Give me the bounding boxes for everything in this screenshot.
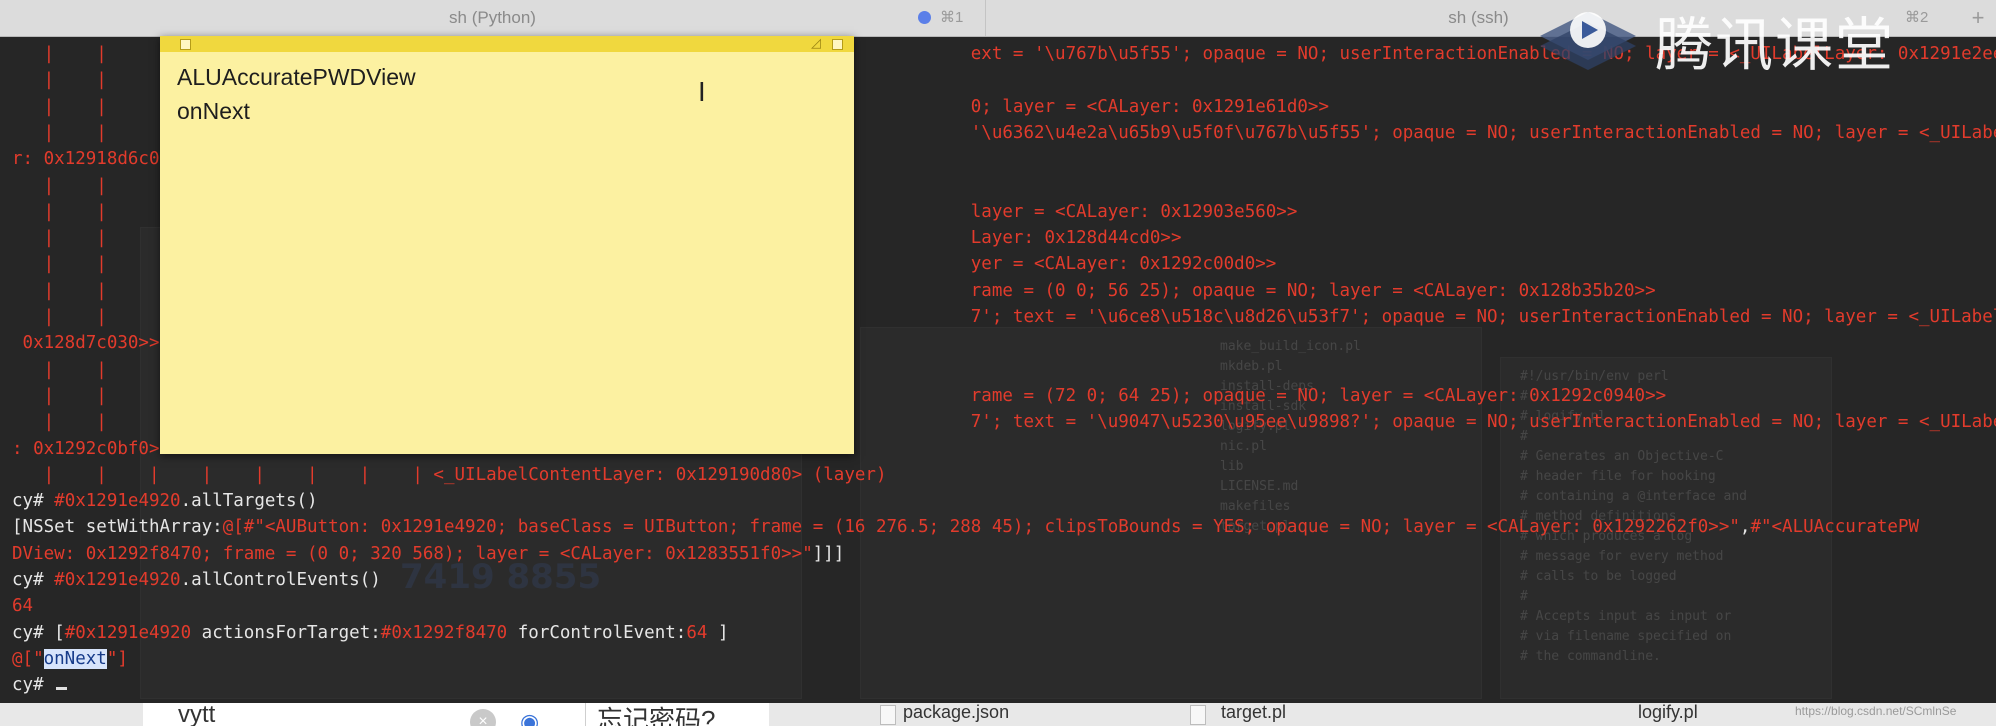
terminal-text: | | | | | | | | <_UILabelContentLayer: 0… (12, 464, 887, 485)
terminal-line: cy# #0x1291e4920.allControlEvents() (12, 567, 381, 593)
sticky-note[interactable]: ◿ ALUAccuratePWDView onNext I (160, 36, 854, 454)
background-file-name: LICENSE.md (1220, 479, 1299, 494)
terminal-text: .allTargets() (180, 491, 318, 512)
terminal-text: r: 0x12918d6c0>> (12, 149, 181, 170)
active-session-indicator-icon (918, 11, 931, 24)
terminal-line: | | (12, 357, 107, 383)
terminal-text: .allControlEvents() (180, 570, 381, 590)
terminal-text: | | (12, 175, 107, 196)
background-file-name: mkdeb.pl (1220, 359, 1283, 374)
terminal-line: r: 0x12918d6c0>> (12, 146, 181, 172)
terminal-text: DView: 0x1292f8470; frame = (0 0; 320 56… (12, 543, 813, 564)
terminal-text: cy# (12, 491, 55, 512)
selected-text: onNext (43, 648, 107, 669)
csdn-watermark: https://blog.csdn.net/SCmlnSe (1795, 704, 1957, 718)
terminal-cursor (56, 687, 68, 691)
terminal-line: @["onNext"] (12, 646, 128, 672)
terminal-text: ] (707, 622, 729, 643)
terminal-text: cy# [ (12, 622, 65, 643)
terminal-line: [NSSet setWithArray:@[#"<AUButton: 0x129… (12, 514, 1919, 540)
terminal-line: cy# [#0x1291e4920 actionsForTarget:#0x12… (12, 620, 729, 646)
terminal-line: 0x128d7c030>> (12, 330, 160, 356)
terminal-text: cy# (12, 675, 55, 696)
terminal-line: 64 (12, 593, 33, 619)
terminal-line: | | | | | | | | <_UILabelContentLayer: 0… (12, 462, 887, 488)
sticky-note-titlebar[interactable]: ◿ (160, 36, 854, 52)
background-file-name: make_build_icon.pl (1220, 339, 1361, 354)
terminal-text: #0x1291e4920 (54, 570, 181, 590)
terminal-text: actionsForTarget: (191, 622, 381, 643)
terminal-text: @[" (12, 648, 44, 669)
tencent-classroom-logo-icon (1540, 12, 1636, 70)
forgot-password-link[interactable]: 忘记密码? (597, 703, 715, 726)
tab-shortcut: ⌘1 (940, 9, 964, 26)
terminal-text: 64 (12, 596, 34, 617)
sticky-resize-icon[interactable]: ◿ (811, 37, 821, 51)
terminal-text: forControlEvent: (507, 622, 687, 643)
terminal-text: [NSSet setWithArray: (12, 517, 223, 538)
terminal-text: | | (12, 359, 107, 380)
tencent-classroom-logo: 腾讯课堂 (1655, 11, 1896, 79)
terminal-text: @[#"<AUButton: 0x1291e4920; baseClass = … (222, 517, 1740, 538)
terminal-text: "] (106, 648, 128, 669)
background-file-name: lib (1220, 459, 1244, 474)
terminal-text: 64 (686, 622, 708, 643)
new-tab-button[interactable]: + (1960, 0, 1996, 36)
sticky-note-line[interactable]: onNext (177, 98, 250, 125)
background-file-names: make_build_icon.pl mkdeb.pl install-deps in… (1220, 337, 1361, 537)
terminal-text: #"<ALUAccuratePW (1750, 517, 1920, 538)
terminal-line: cy# #0x1291e4920.allTargets() (12, 488, 318, 514)
tab-sh-python[interactable]: sh (Python) (0, 0, 985, 36)
field-divider (585, 703, 586, 726)
terminal-line: | | (12, 173, 107, 199)
background-file-name: nic.pl (1220, 439, 1267, 454)
tab-title: sh (ssh) (1448, 8, 1509, 27)
file-icon (880, 705, 896, 725)
terminal-line: cy# (12, 672, 68, 698)
terminal-text: 0x128d7c030>> (12, 333, 160, 354)
terminal-line: | | (12, 67, 107, 93)
terminal-text: #0x1292f8470 (380, 622, 508, 643)
terminal-text: | | (12, 70, 107, 91)
terminal-text: #0x1291e4920 (54, 491, 181, 512)
terminal-text: : 0x1292c0bf0>> (12, 438, 171, 459)
text-cursor-icon: I (698, 78, 706, 108)
terminal-text: , (1739, 517, 1751, 538)
account-input[interactable]: vytt (178, 703, 215, 726)
background-login-strip: vytt × ◉ 忘记密码? package.json target.pl lo… (0, 703, 1996, 726)
terminal-line: DView: 0x1292f8470; frame = (0 0; 320 56… (12, 541, 844, 567)
terminal-text: cy# (12, 570, 55, 590)
file-item[interactable]: logify.pl (1638, 703, 1698, 723)
sticky-close-button[interactable] (180, 39, 191, 50)
terminal-text: ]]] (812, 543, 845, 564)
terminal-line: : 0x1292c0bf0>> (12, 436, 170, 462)
terminal-text: #0x1291e4920 (64, 622, 192, 643)
tab-title: sh (Python) (449, 8, 536, 27)
file-icon (1190, 705, 1206, 725)
file-item[interactable]: package.json (903, 703, 1009, 723)
file-item[interactable]: target.pl (1221, 703, 1286, 723)
sticky-zoom-button[interactable] (832, 39, 843, 50)
show-password-eye-icon[interactable]: ◉ (520, 709, 539, 726)
tab-shortcut: ⌘2 (1905, 9, 1929, 26)
sticky-note-line[interactable]: ALUAccuratePWDView (177, 64, 416, 91)
